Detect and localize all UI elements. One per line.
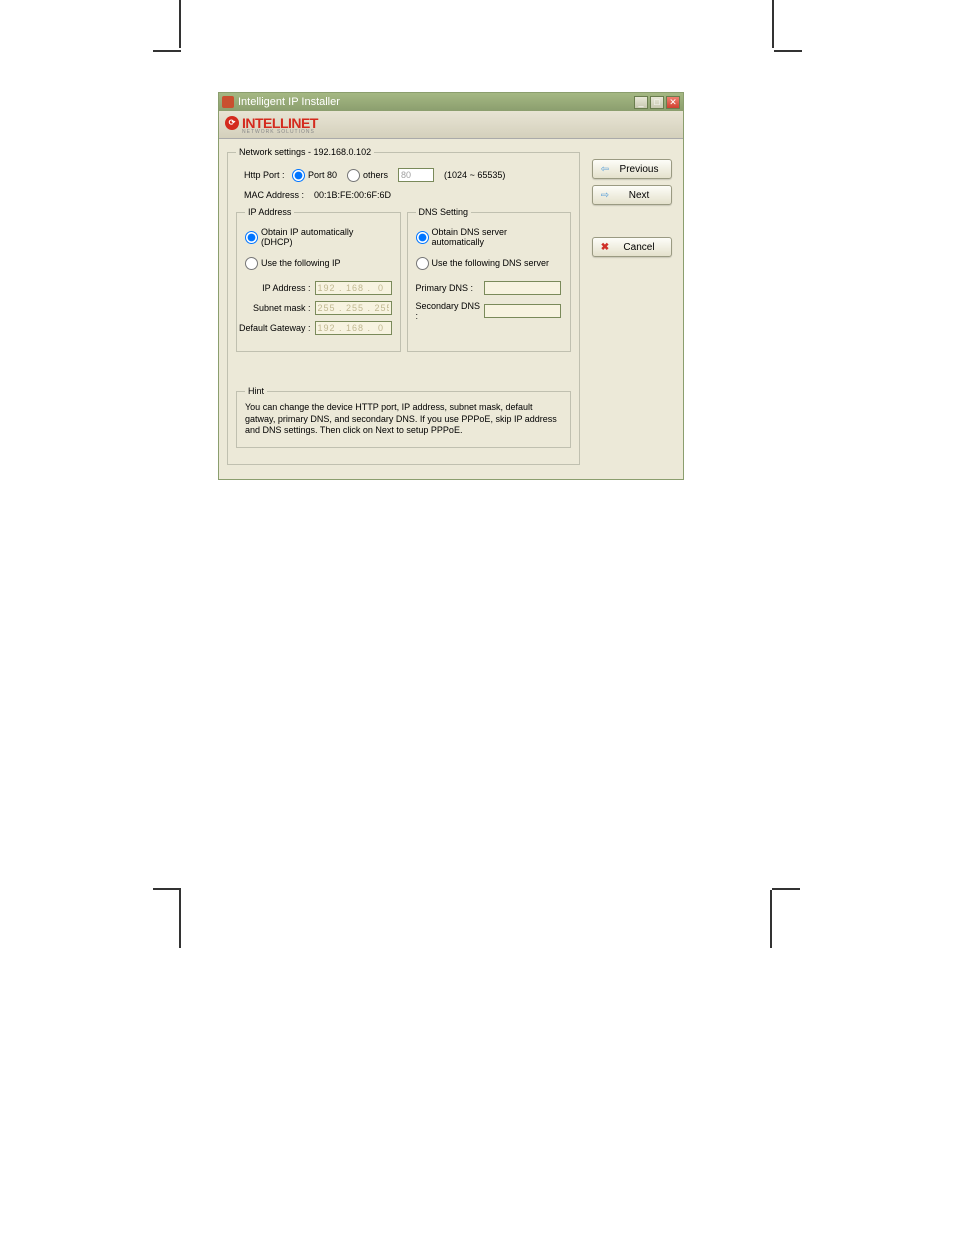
previous-label: Previous: [612, 164, 666, 175]
crop-mark: [153, 888, 181, 890]
gateway-input[interactable]: [315, 321, 392, 335]
crop-mark: [770, 890, 772, 948]
static-ip-radio[interactable]: Use the following IP: [245, 255, 341, 271]
subnet-input[interactable]: [315, 301, 392, 315]
dns-manual-radio-input[interactable]: [416, 257, 429, 270]
port80-radio[interactable]: Port 80: [292, 169, 337, 182]
next-icon: ⇨: [598, 190, 612, 201]
crop-mark: [772, 888, 800, 890]
dhcp-label: Obtain IP automatically (DHCP): [261, 227, 382, 247]
window-controls: _ □ ✕: [634, 96, 680, 109]
titlebar[interactable]: Intelligent IP Installer _ □ ✕: [219, 93, 683, 111]
port80-radio-input[interactable]: [292, 169, 305, 182]
brand-bar: ⟳ INTELLINET NETWORK SOLUTIONS: [219, 111, 683, 139]
ip-addr-label: IP Address :: [262, 283, 310, 293]
secondary-dns-label: Secondary DNS :: [416, 301, 484, 321]
crop-mark: [153, 50, 181, 52]
port-others-radio-input[interactable]: [347, 169, 360, 182]
minimize-button[interactable]: _: [634, 96, 648, 109]
hint-legend: Hint: [245, 386, 267, 396]
brand-tagline: NETWORK SOLUTIONS: [242, 129, 318, 135]
port80-label: Port 80: [308, 170, 337, 180]
side-panel: ⇦ Previous ⇨ Next ✖ Cancel: [588, 139, 683, 479]
network-settings-group: Network settings - 192.168.0.102 Http Po…: [227, 147, 580, 465]
subnet-label: Subnet mask :: [253, 303, 311, 313]
dns-auto-radio[interactable]: Obtain DNS server automatically: [416, 227, 553, 247]
crop-mark: [774, 50, 802, 52]
app-window: Intelligent IP Installer _ □ ✕ ⟳ INTELLI…: [218, 92, 684, 480]
next-label: Next: [612, 190, 666, 201]
gateway-label: Default Gateway :: [239, 323, 311, 333]
hint-text: You can change the device HTTP port, IP …: [245, 402, 562, 437]
previous-button[interactable]: ⇦ Previous: [592, 159, 672, 179]
http-port-label: Http Port :: [244, 170, 292, 180]
dns-legend: DNS Setting: [416, 207, 472, 217]
primary-dns-input[interactable]: [484, 281, 561, 295]
dns-auto-radio-input[interactable]: [416, 231, 429, 244]
dns-manual-radio[interactable]: Use the following DNS server: [416, 255, 550, 271]
port-others-label: others: [363, 170, 388, 180]
ip-legend: IP Address: [245, 207, 294, 217]
previous-icon: ⇦: [598, 164, 612, 175]
ip-address-group: IP Address Obtain IP automatically (DHCP…: [236, 207, 401, 352]
cancel-label: Cancel: [612, 242, 666, 253]
cancel-button[interactable]: ✖ Cancel: [592, 237, 672, 257]
brand-icon: ⟳: [225, 116, 239, 130]
static-ip-radio-input[interactable]: [245, 257, 258, 270]
content-area: Network settings - 192.168.0.102 Http Po…: [219, 139, 683, 479]
window-title: Intelligent IP Installer: [238, 96, 634, 108]
maximize-button[interactable]: □: [650, 96, 664, 109]
dhcp-radio[interactable]: Obtain IP automatically (DHCP): [245, 227, 382, 247]
mac-value: 00:1B:FE:00:6F:6D: [314, 190, 391, 200]
primary-dns-label: Primary DNS :: [416, 283, 484, 293]
crop-mark: [772, 0, 774, 48]
crop-mark: [179, 0, 181, 48]
dns-auto-label: Obtain DNS server automatically: [432, 227, 553, 247]
hint-group: Hint You can change the device HTTP port…: [236, 386, 571, 448]
static-ip-label: Use the following IP: [261, 258, 341, 268]
mac-label: MAC Address :: [244, 190, 314, 200]
network-legend: Network settings - 192.168.0.102: [236, 147, 374, 157]
secondary-dns-input[interactable]: [484, 304, 561, 318]
ip-addr-input[interactable]: [315, 281, 392, 295]
dns-manual-label: Use the following DNS server: [432, 258, 550, 268]
port-others-radio[interactable]: others: [347, 169, 388, 182]
port-input[interactable]: [398, 168, 434, 182]
crop-mark: [179, 890, 181, 948]
dns-setting-group: DNS Setting Obtain DNS server automatica…: [407, 207, 572, 352]
cancel-icon: ✖: [598, 242, 612, 253]
dhcp-radio-input[interactable]: [245, 231, 258, 244]
app-icon: [222, 96, 234, 108]
main-panel: Network settings - 192.168.0.102 Http Po…: [219, 139, 588, 479]
next-button[interactable]: ⇨ Next: [592, 185, 672, 205]
port-range: (1024 ~ 65535): [444, 170, 505, 180]
close-button[interactable]: ✕: [666, 96, 680, 109]
